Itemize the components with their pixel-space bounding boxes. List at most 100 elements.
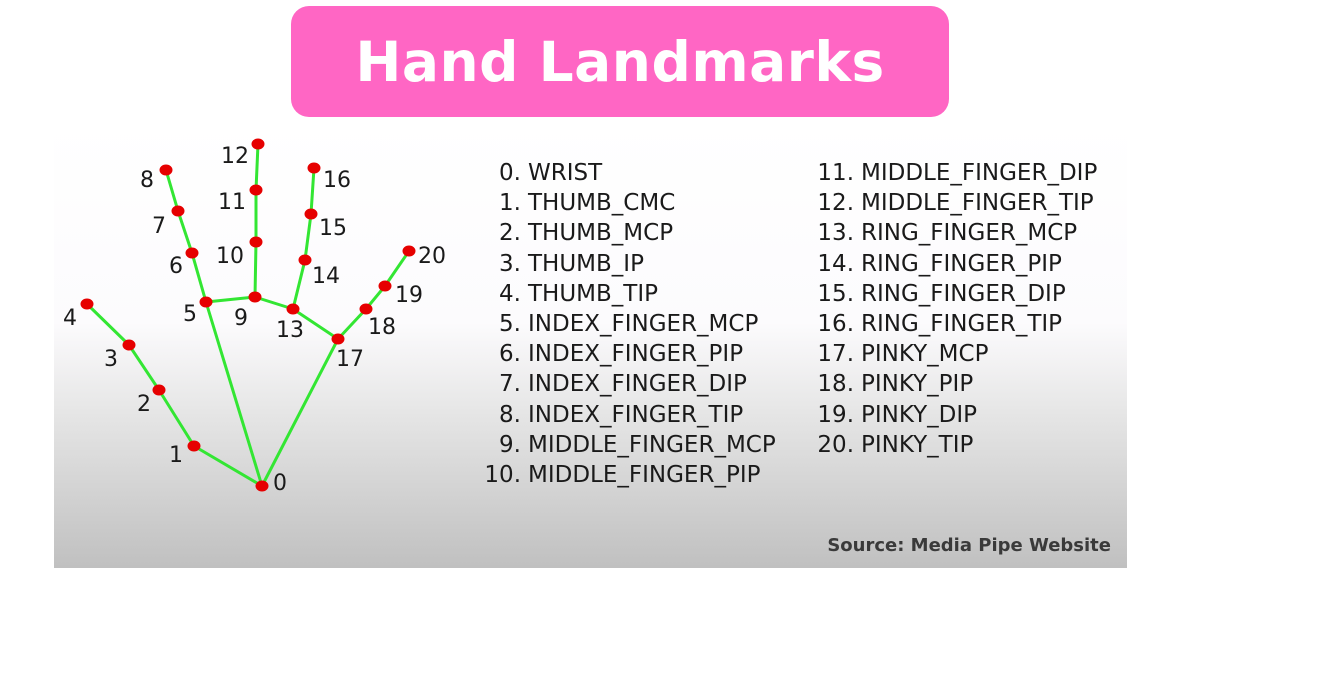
landmark-list-item: 12. MIDDLE_FINGER_TIP [812, 188, 1097, 218]
diagram-panel: 0 1 2 3 4 5 6 7 8 9 10 11 12 13 14 15 16 17 18 19 20 0. WRIST… [54, 122, 1127, 568]
landmark-index: 8. [499, 401, 521, 428]
landmark-joint-16 [307, 162, 321, 174]
landmark-name: RING_FINGER_TIP [861, 310, 1063, 337]
landmark-name: THUMB_IP [528, 250, 644, 277]
landmark-name: MIDDLE_FINGER_DIP [861, 160, 1098, 186]
landmark-joint-11 [249, 184, 263, 196]
landmark-name: MIDDLE_FINGER_TIP [861, 190, 1094, 217]
landmark-list-item: 1. THUMB_CMC [479, 188, 776, 218]
landmark-name: RING_FINGER_PIP [861, 250, 1062, 277]
landmark-number-18: 18 [368, 315, 396, 340]
landmark-number-6: 6 [169, 254, 183, 279]
landmark-index: 16. [817, 310, 854, 337]
landmark-index: 7. [499, 371, 521, 398]
page-title: Hand Landmarks [355, 29, 885, 94]
bone-connection [190, 251, 208, 304]
bone-connection [291, 258, 307, 311]
landmark-joint-19 [378, 280, 392, 292]
landmark-index: 17. [817, 341, 854, 368]
landmark-joint-15 [304, 208, 318, 220]
landmark-number-2: 2 [137, 392, 151, 417]
source-caption: Source: Media Pipe Website [827, 535, 1111, 556]
landmark-joint-6 [185, 247, 199, 259]
landmark-name: MIDDLE_FINGER_MCP [528, 431, 776, 458]
landmark-list-item: 15. RING_FINGER_DIP [812, 279, 1097, 309]
landmark-index: 12. [817, 190, 854, 217]
bone-connection [85, 302, 131, 347]
landmark-joint-3 [122, 339, 136, 351]
landmark-number-1: 1 [169, 443, 183, 468]
landmark-number-4: 4 [63, 306, 77, 331]
landmark-list-item: 13. RING_FINGER_MCP [812, 218, 1097, 248]
bone-connection [254, 142, 260, 192]
landmark-joint-13 [286, 303, 300, 315]
landmark-joint-10 [249, 236, 263, 248]
landmark-number-8: 8 [140, 168, 154, 193]
landmark-list-item: 9. MIDDLE_FINGER_MCP [479, 430, 776, 460]
landmark-list-item: 4. THUMB_TIP [479, 279, 776, 309]
bone-connection [383, 249, 411, 288]
landmark-number-13: 13 [276, 318, 304, 343]
landmark-index: 19. [817, 401, 854, 428]
landmark-index: 1. [499, 190, 521, 217]
landmark-index: 18. [817, 371, 854, 398]
landmark-index: 6. [499, 341, 521, 368]
landmark-index: 2. [499, 220, 521, 247]
landmark-list-item: 17. PINKY_MCP [812, 339, 1097, 369]
landmark-joint-14 [298, 254, 312, 266]
landmark-joint-18 [359, 303, 373, 315]
bone-connection [176, 209, 194, 255]
bone-connection [260, 337, 340, 488]
bone-connection [309, 166, 316, 216]
landmark-number-11: 11 [218, 190, 246, 215]
landmark-joint-20 [402, 245, 416, 257]
landmark-name: INDEX_FINGER_DIP [528, 371, 747, 398]
landmark-number-16: 16 [323, 168, 351, 193]
landmark-joint-2 [152, 384, 166, 396]
landmark-index: 15. [817, 280, 854, 307]
landmark-name: RING_FINGER_DIP [861, 280, 1066, 307]
title-banner: Hand Landmarks [291, 6, 949, 117]
bone-connection [336, 307, 368, 341]
landmark-joint-5 [199, 296, 213, 308]
landmark-joint-1 [187, 440, 201, 452]
landmark-list-item: 18. PINKY_PIP [812, 369, 1097, 399]
landmark-name: PINKY_MCP [861, 341, 989, 368]
landmark-name: THUMB_CMC [528, 190, 676, 217]
bone-connection [157, 388, 196, 448]
landmark-index: 13. [817, 220, 854, 247]
bone-connection [253, 240, 258, 299]
landmark-number-12: 12 [221, 144, 249, 169]
landmark-name: PINKY_PIP [861, 371, 974, 398]
landmark-number-17: 17 [336, 347, 364, 372]
landmark-list-item: 10. MIDDLE_FINGER_PIP [479, 460, 776, 490]
landmark-list-item: 19. PINKY_DIP [812, 400, 1097, 430]
landmark-index: 0. [499, 160, 521, 186]
landmark-number-9: 9 [234, 306, 248, 331]
landmark-list-left: 0. WRIST 1. THUMB_CMC 2. THUMB_MCP 3. THUMB_IP 4… [479, 158, 776, 490]
landmark-joint-4 [80, 298, 94, 310]
landmark-list-item: 3. THUMB_IP [479, 249, 776, 279]
landmark-name: RING_FINGER_MCP [861, 220, 1078, 247]
landmark-name: WRIST [528, 160, 603, 186]
landmark-index: 3. [499, 250, 521, 277]
landmark-name: THUMB_MCP [528, 220, 674, 247]
landmark-joint-9 [248, 291, 262, 303]
landmark-list-item: 8. INDEX_FINGER_TIP [479, 400, 776, 430]
landmark-number-14: 14 [312, 264, 340, 289]
landmark-joint-7 [171, 205, 185, 217]
landmark-list-item: 2. THUMB_MCP [479, 218, 776, 248]
landmark-index: 11. [817, 160, 854, 186]
bone-connection [127, 343, 161, 392]
landmark-joint-17 [331, 333, 345, 345]
landmark-list-item: 16. RING_FINGER_TIP [812, 309, 1097, 339]
landmark-number-20: 20 [418, 244, 446, 269]
landmark-index: 9. [499, 431, 521, 458]
landmark-number-3: 3 [104, 347, 118, 372]
bone-connection [303, 212, 313, 262]
landmark-name: INDEX_FINGER_TIP [528, 401, 744, 428]
bone-connection [204, 295, 257, 304]
landmark-index: 10. [484, 461, 521, 488]
landmark-name: INDEX_FINGER_PIP [528, 341, 744, 368]
landmark-list-item: 11. MIDDLE_FINGER_DIP [812, 158, 1097, 188]
